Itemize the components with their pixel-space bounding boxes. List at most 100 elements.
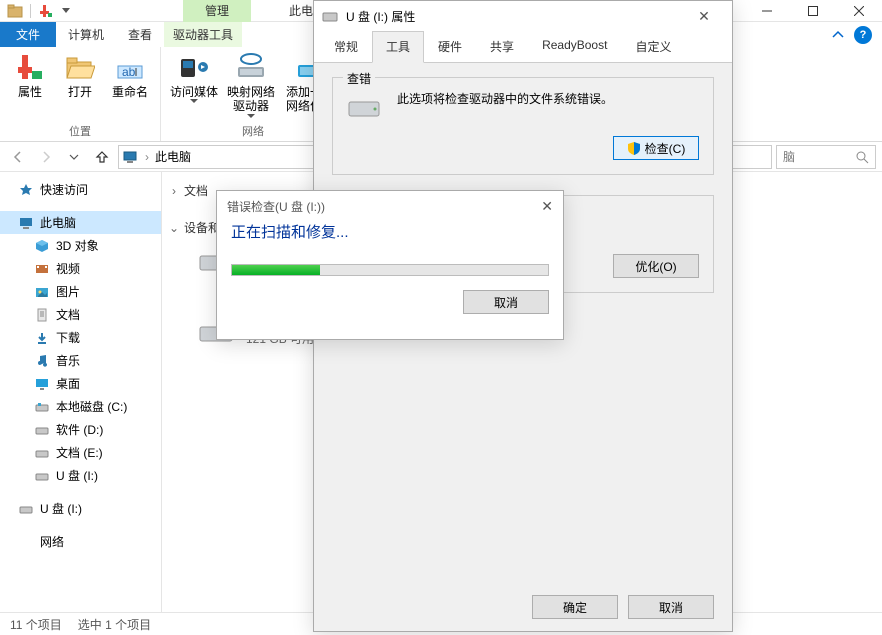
forward-button[interactable] [34, 145, 58, 169]
close-button[interactable]: ✕ [684, 8, 724, 25]
error-check-group: 查错 此选项将检查驱动器中的文件系统错误。 检查(C) [332, 77, 714, 175]
navigation-pane: 快速访问 此电脑 3D 对象 视频 图片 文档 下载 音乐 [0, 172, 162, 612]
minimize-button[interactable] [744, 0, 790, 22]
cube-icon [34, 238, 50, 254]
nav-label: 3D 对象 [56, 237, 99, 254]
nav-local-c[interactable]: 本地磁盘 (C:) [0, 395, 161, 418]
desktop-icon [34, 376, 50, 392]
breadcrumb-location[interactable]: 此电脑 [155, 148, 191, 165]
nav-label: 本地磁盘 (C:) [56, 398, 127, 415]
recent-dropdown[interactable] [62, 145, 86, 169]
tab-computer[interactable]: 计算机 [56, 22, 116, 47]
nav-label: 音乐 [56, 352, 80, 369]
drive-icon [34, 422, 50, 438]
rename-icon: ab [114, 51, 146, 83]
tab-file[interactable]: 文件 [0, 22, 56, 47]
nav-label: 此电脑 [40, 214, 76, 231]
tab-hardware[interactable]: 硬件 [424, 31, 476, 62]
ok-button[interactable]: 确定 [532, 595, 618, 619]
up-button[interactable] [90, 145, 114, 169]
pc-icon [123, 150, 139, 164]
nav-desktop[interactable]: 桌面 [0, 372, 161, 395]
nav-music[interactable]: 音乐 [0, 349, 161, 372]
maximize-button[interactable] [790, 0, 836, 22]
drive-icon [34, 468, 50, 484]
check-description: 此选项将检查驱动器中的文件系统错误。 [397, 90, 613, 107]
progress-bar [231, 264, 549, 276]
access-media-icon [178, 51, 210, 83]
drive-check-icon [347, 90, 383, 120]
star-icon [18, 182, 34, 198]
nav-videos[interactable]: 视频 [0, 257, 161, 280]
dialog-titlebar[interactable]: 错误检查(U 盘 (I:)) ✕ [217, 191, 563, 221]
drive-icon [322, 10, 338, 22]
open-label: 打开 [68, 85, 92, 99]
tab-general[interactable]: 常规 [320, 31, 372, 62]
qat-dropdown-icon[interactable] [57, 2, 75, 20]
nav-3d-objects[interactable]: 3D 对象 [0, 234, 161, 257]
properties-label: 属性 [18, 85, 42, 99]
error-check-progress-dialog: 错误检查(U 盘 (I:)) ✕ 正在扫描和修复... 取消 [216, 190, 564, 340]
map-drive-icon [235, 51, 267, 83]
dialog-title: U 盘 (I:) 属性 [346, 8, 415, 25]
shield-icon [627, 141, 641, 155]
drive-icon [18, 501, 34, 517]
cancel-button[interactable]: 取消 [628, 595, 714, 619]
category-label: 设备和 [184, 219, 220, 236]
close-button[interactable]: ✕ [541, 198, 553, 215]
nav-downloads[interactable]: 下载 [0, 326, 161, 349]
nav-usb-i[interactable]: U 盘 (I:) [0, 464, 161, 487]
category-label: 文档 [184, 182, 208, 199]
tab-custom[interactable]: 自定义 [621, 31, 685, 62]
group-legend: 查错 [343, 70, 375, 87]
music-icon [34, 353, 50, 369]
nav-pictures[interactable]: 图片 [0, 280, 161, 303]
check-button[interactable]: 检查(C) [613, 136, 699, 160]
group-network-label: 网络 [169, 123, 337, 139]
rename-label: 重命名 [112, 85, 148, 99]
search-input[interactable]: 脑 [776, 145, 876, 169]
back-button[interactable] [6, 145, 30, 169]
qat-properties-icon[interactable] [37, 2, 55, 20]
optimize-button[interactable]: 优化(O) [613, 254, 699, 278]
help-icon[interactable]: ? [854, 26, 872, 44]
map-drive-button[interactable]: 映射网络 驱动器 [225, 51, 277, 121]
check-button-label: 检查(C) [645, 140, 686, 157]
rename-button[interactable]: ab 重命名 [108, 51, 152, 121]
tab-sharing[interactable]: 共享 [476, 31, 528, 62]
download-icon [34, 330, 50, 346]
nav-label: 软件 (D:) [56, 421, 103, 438]
nav-label: U 盘 (I:) [56, 467, 98, 484]
tab-tools[interactable]: 工具 [372, 31, 424, 63]
nav-this-pc[interactable]: 此电脑 [0, 211, 161, 234]
dialog-titlebar[interactable]: U 盘 (I:) 属性 ✕ [314, 1, 732, 31]
tab-view[interactable]: 查看 [116, 22, 164, 47]
nav-label: 文档 (E:) [56, 444, 103, 461]
pc-icon [18, 215, 34, 231]
close-button[interactable] [836, 0, 882, 22]
access-media-button[interactable]: 访问媒体 [169, 51, 219, 121]
ribbon-collapse-icon[interactable] [832, 30, 844, 40]
group-location-label: 位置 [8, 123, 152, 139]
nav-label: 文档 [56, 306, 80, 323]
nav-usb-i-root[interactable]: U 盘 (I:) [0, 497, 161, 520]
map-drive-label: 映射网络 驱动器 [227, 85, 275, 114]
optimize-button-label: 优化(O) [635, 258, 676, 275]
tab-readyboost[interactable]: ReadyBoost [528, 31, 621, 62]
search-icon [855, 150, 869, 164]
status-count: 11 个项目 [10, 616, 62, 633]
nav-quick-access[interactable]: 快速访问 [0, 178, 161, 201]
nav-label: 图片 [56, 283, 80, 300]
nav-soft-d[interactable]: 软件 (D:) [0, 418, 161, 441]
properties-button[interactable]: 属性 [8, 51, 52, 121]
chevron-down-icon[interactable]: ⌄ [168, 221, 180, 235]
documents-icon [34, 307, 50, 323]
nav-documents[interactable]: 文档 [0, 303, 161, 326]
nav-network[interactable]: 网络 [0, 530, 161, 553]
nav-doc-e[interactable]: 文档 (E:) [0, 441, 161, 464]
tab-drive-tools[interactable]: 驱动器工具 [164, 22, 242, 47]
chevron-right-icon[interactable]: › [168, 184, 180, 198]
cancel-button[interactable]: 取消 [463, 290, 549, 314]
open-button[interactable]: 打开 [58, 51, 102, 121]
nav-label: U 盘 (I:) [40, 500, 82, 517]
